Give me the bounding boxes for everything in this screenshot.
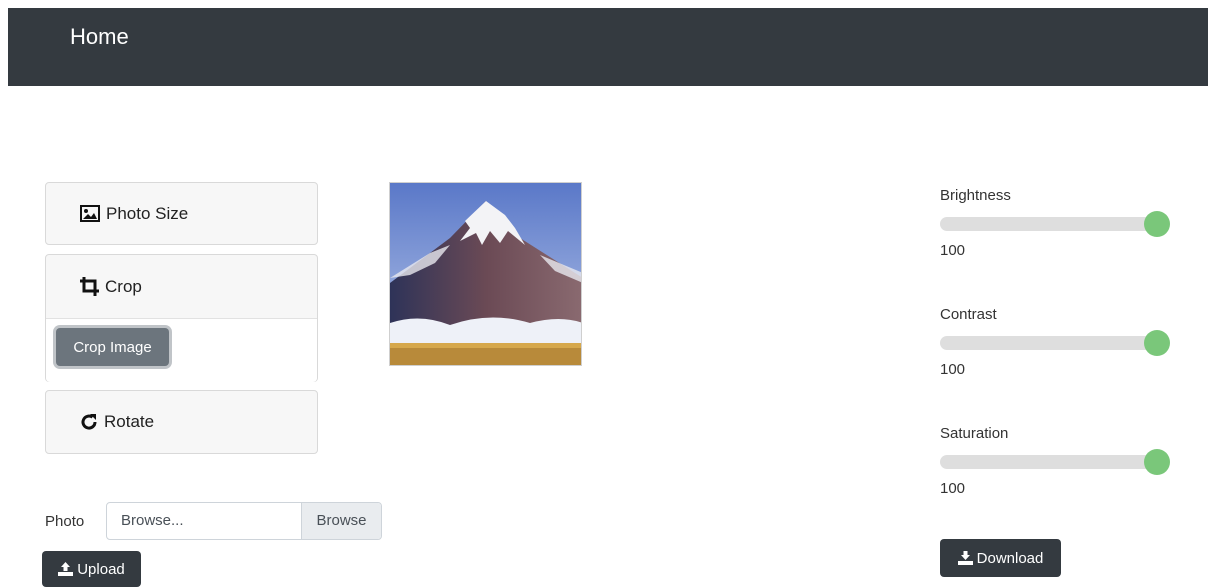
crop-label: Crop xyxy=(105,276,142,296)
file-placeholder: Browse... xyxy=(121,512,184,529)
rotate-header[interactable]: Rotate xyxy=(46,391,317,453)
image-icon xyxy=(80,205,100,222)
rotate-icon xyxy=(80,413,98,431)
crop-header[interactable]: Crop xyxy=(46,255,317,319)
upload-button[interactable]: Upload xyxy=(42,551,141,587)
photo-size-header[interactable]: Photo Size xyxy=(46,183,317,244)
download-icon xyxy=(957,551,973,565)
crop-body: Crop Image xyxy=(46,319,317,382)
photo-label: Photo xyxy=(45,513,85,530)
slider-label-0: Brightness xyxy=(940,187,1011,204)
slider-value-2: 100 xyxy=(940,480,966,497)
slider-value-0: 100 xyxy=(940,242,966,259)
slider-thumb-2[interactable] xyxy=(1144,449,1170,475)
slider-thumb-0[interactable] xyxy=(1144,211,1170,237)
upload-icon xyxy=(58,562,74,576)
photo-size-label: Photo Size xyxy=(106,203,189,223)
upload-label: Upload xyxy=(77,560,125,578)
slider-label-1: Contrast xyxy=(940,306,997,323)
browse-button[interactable]: Browse xyxy=(301,503,381,539)
slider-track-2[interactable] xyxy=(940,449,1170,475)
crop-image-button[interactable]: Crop Image xyxy=(56,328,169,366)
slider-track-1[interactable] xyxy=(940,330,1170,356)
navbar: Home xyxy=(8,8,1208,86)
rotate-label: Rotate xyxy=(104,412,155,431)
crop-icon xyxy=(80,277,99,296)
download-button[interactable]: Download xyxy=(940,539,1061,577)
photo-preview xyxy=(389,182,582,366)
photo-size-panel: Photo Size xyxy=(45,182,318,245)
download-label: Download xyxy=(976,549,1044,567)
slider-label-2: Saturation xyxy=(940,425,1009,442)
nav-home-link[interactable]: Home xyxy=(70,24,129,50)
crop-panel: Crop Crop Image xyxy=(45,254,318,382)
slider-track-0[interactable] xyxy=(940,211,1170,237)
slider-value-1: 100 xyxy=(940,361,966,378)
photo-file-input[interactable]: Browse... Browse xyxy=(106,502,382,540)
slider-thumb-1[interactable] xyxy=(1144,330,1170,356)
rotate-panel: Rotate xyxy=(45,390,318,454)
